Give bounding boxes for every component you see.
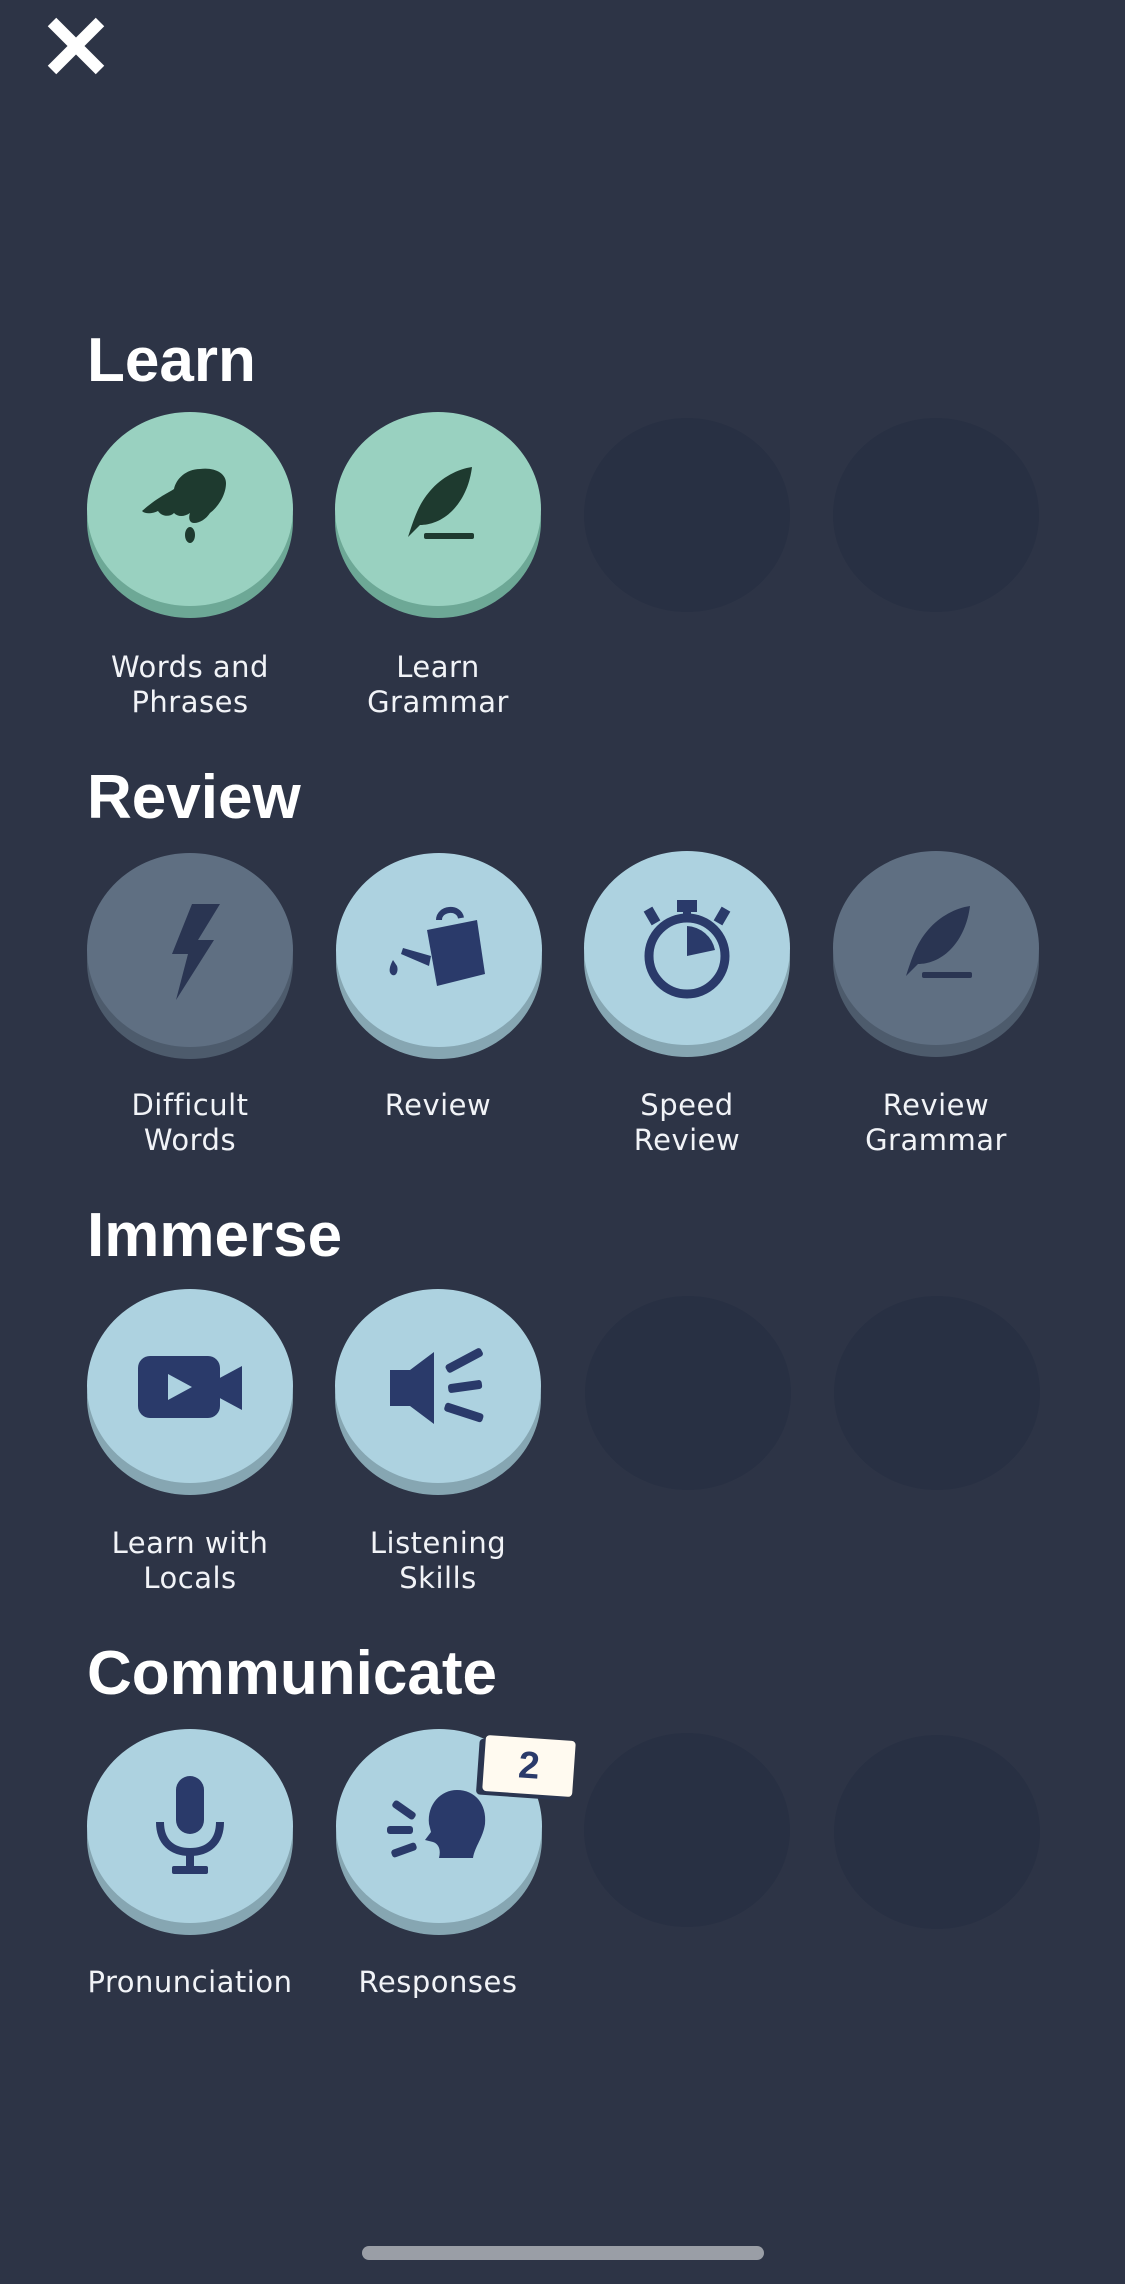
responses-label: Responses xyxy=(358,1965,518,1999)
difficult-words-label: Difficult Words xyxy=(131,1088,249,1157)
close-button[interactable] xyxy=(44,14,108,78)
microphone-icon xyxy=(156,1776,224,1874)
home-indicator[interactable] xyxy=(362,2246,764,2260)
section-title-learn: Learn xyxy=(87,326,256,395)
pronunciation-label: Pronunciation xyxy=(87,1965,293,1999)
stopwatch-icon xyxy=(643,900,731,999)
quill-icon xyxy=(906,906,972,978)
empty-slot xyxy=(584,1727,790,1933)
section-title-review: Review xyxy=(87,763,301,832)
learn-grammar-label: Learn Grammar xyxy=(367,650,509,719)
words-and-phrases-label: Words and Phrases xyxy=(111,650,269,719)
listening-skills-button[interactable] xyxy=(335,1289,541,1495)
notification-badge: 2 xyxy=(482,1734,576,1798)
watering-can-icon xyxy=(389,907,485,986)
empty-slot xyxy=(585,1290,791,1496)
learn-with-locals-button[interactable] xyxy=(87,1289,293,1495)
hand-pinch-icon xyxy=(142,468,226,543)
pronunciation-button[interactable] xyxy=(87,1729,293,1935)
empty-slot xyxy=(584,412,790,618)
learn-grammar-button[interactable] xyxy=(335,412,541,618)
speaking-head-icon xyxy=(387,1790,486,1858)
learn-with-locals-label: Learn with Locals xyxy=(111,1526,269,1595)
quill-icon xyxy=(408,467,474,539)
speaker-icon xyxy=(390,1348,484,1424)
empty-slot xyxy=(834,1290,1040,1496)
close-icon xyxy=(47,17,105,75)
speed-review-button[interactable] xyxy=(584,851,790,1057)
words-and-phrases-button[interactable] xyxy=(87,412,293,618)
speed-review-label: Speed Review xyxy=(633,1088,741,1157)
section-title-immerse: Immerse xyxy=(87,1201,343,1270)
review-label: Review xyxy=(384,1088,492,1122)
empty-slot xyxy=(833,412,1039,618)
difficult-words-button[interactable] xyxy=(87,853,293,1059)
empty-slot xyxy=(834,1729,1040,1935)
video-camera-icon xyxy=(138,1356,242,1418)
section-title-communicate: Communicate xyxy=(87,1639,497,1708)
lightning-icon xyxy=(172,904,220,1000)
review-grammar-label: Review Grammar xyxy=(865,1088,1007,1157)
listening-skills-label: Listening Skills xyxy=(369,1526,507,1595)
review-button[interactable] xyxy=(336,853,542,1059)
review-grammar-button[interactable] xyxy=(833,851,1039,1057)
